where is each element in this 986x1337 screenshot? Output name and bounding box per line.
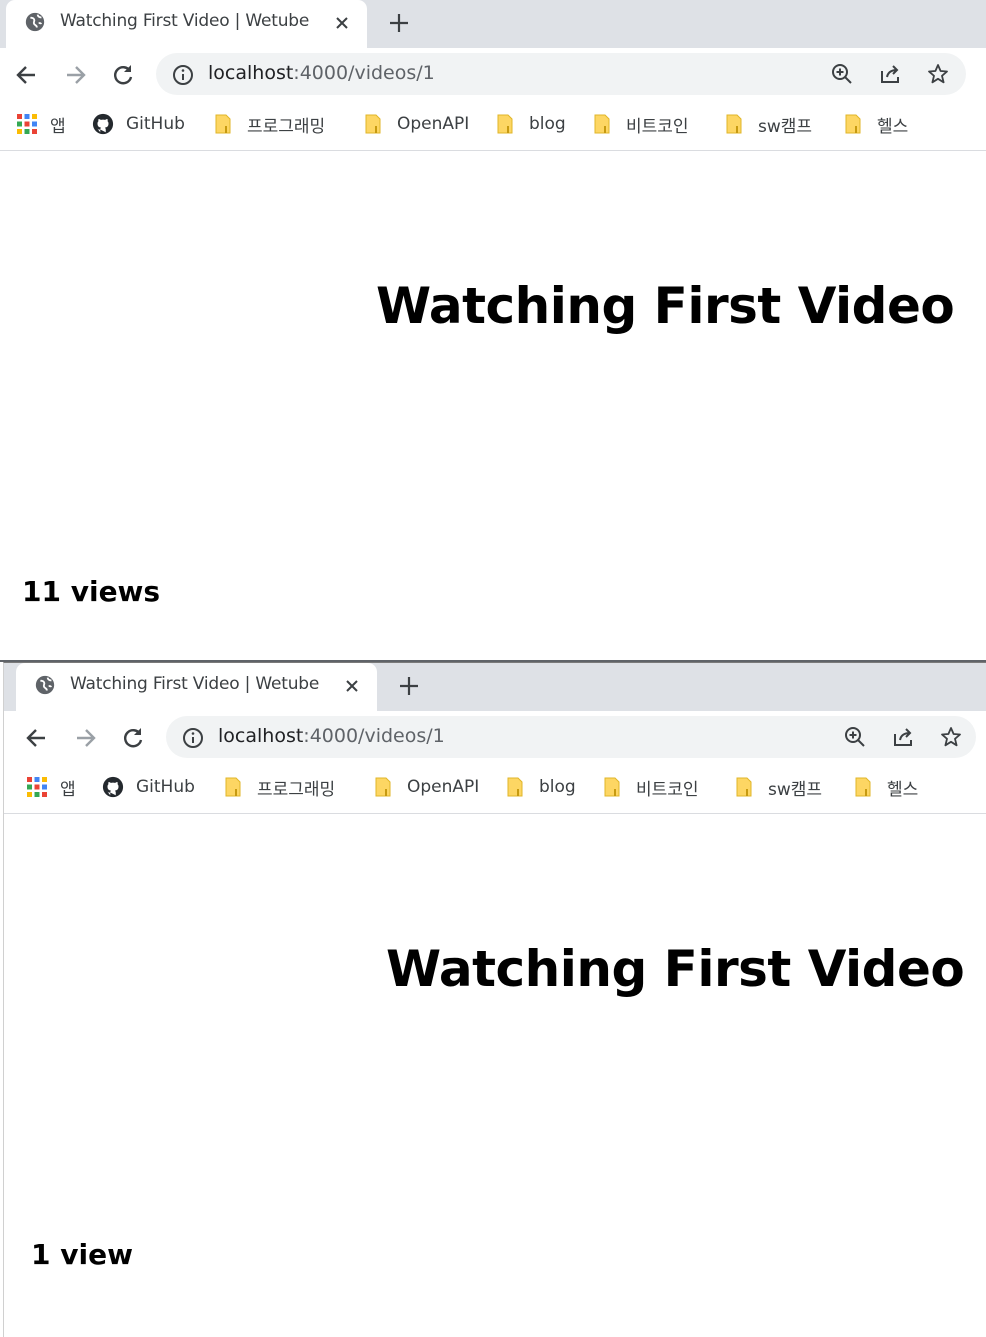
url-host: localhost bbox=[218, 725, 304, 747]
browser-tab[interactable]: Watching First Video | Wetube bbox=[6, 0, 367, 48]
bookmark-folder[interactable]: sw캠프 bbox=[734, 773, 822, 801]
tab-strip: Watching First Video | Wetube bbox=[0, 0, 986, 48]
folder-icon bbox=[855, 777, 871, 797]
bookmark-github[interactable]: GitHub bbox=[92, 110, 185, 138]
tab-strip: Watching First Video | Wetube bbox=[4, 663, 986, 711]
view-count: 1 view bbox=[31, 1238, 133, 1271]
bookmark-folder[interactable]: blog bbox=[495, 110, 566, 138]
zoom-icon[interactable] bbox=[843, 725, 867, 749]
zoom-icon[interactable] bbox=[830, 62, 854, 86]
bookmark-apps[interactable]: 앱 bbox=[16, 110, 66, 138]
browser-window-1: Watching First Video | Wetube localhost:… bbox=[0, 0, 986, 660]
url-path: :4000/videos/1 bbox=[303, 725, 445, 747]
bookmark-label: 프로그래밍 bbox=[247, 116, 326, 137]
info-icon[interactable] bbox=[172, 64, 194, 86]
info-icon[interactable] bbox=[182, 727, 204, 749]
reload-icon[interactable] bbox=[109, 61, 137, 89]
bookmark-label: OpenAPI bbox=[407, 777, 480, 797]
bookmark-label: GitHub bbox=[126, 114, 185, 134]
bookmark-label: 앱 bbox=[50, 116, 66, 137]
address-bar[interactable]: localhost:4000/videos/1 bbox=[156, 53, 966, 95]
folder-icon bbox=[215, 114, 231, 134]
new-tab-icon[interactable] bbox=[386, 10, 412, 36]
bookmark-label: 헬스 bbox=[877, 116, 909, 137]
close-icon[interactable] bbox=[332, 13, 352, 33]
bookmark-label: blog bbox=[539, 777, 576, 797]
github-icon bbox=[102, 776, 124, 798]
page-content: Watching First Video 11 views bbox=[0, 151, 986, 660]
forward-arrow-icon[interactable] bbox=[71, 724, 99, 752]
bookmark-label: sw캠프 bbox=[758, 116, 813, 137]
url-text[interactable]: localhost:4000/videos/1 bbox=[218, 725, 445, 747]
folder-icon bbox=[507, 777, 523, 797]
bookmark-label: 비트코인 bbox=[626, 116, 689, 137]
apps-grid-icon bbox=[27, 777, 47, 797]
bookmark-folder[interactable]: 헬스 bbox=[843, 110, 908, 138]
browser-tab[interactable]: Watching First Video | Wetube bbox=[16, 663, 377, 711]
share-icon[interactable] bbox=[891, 725, 915, 749]
folder-icon bbox=[845, 114, 861, 134]
bookmark-folder[interactable]: blog bbox=[505, 773, 576, 801]
back-arrow-icon[interactable] bbox=[13, 61, 41, 89]
folder-icon bbox=[736, 777, 752, 797]
bookmark-github[interactable]: GitHub bbox=[102, 773, 195, 801]
toolbar: localhost:4000/videos/1 bbox=[0, 48, 986, 102]
bookmark-folder[interactable]: 비트코인 bbox=[602, 773, 699, 801]
bookmark-label: 앱 bbox=[60, 779, 76, 800]
folder-icon bbox=[225, 777, 241, 797]
bookmark-folder[interactable]: 프로그래밍 bbox=[223, 773, 335, 801]
bookmark-folder[interactable]: OpenAPI bbox=[363, 110, 469, 138]
tab-title: Watching First Video | Wetube bbox=[70, 674, 320, 694]
folder-icon bbox=[497, 114, 513, 134]
bookmark-folder[interactable]: 헬스 bbox=[853, 773, 918, 801]
folder-icon bbox=[726, 114, 742, 134]
view-count: 11 views bbox=[22, 575, 161, 608]
bookmark-folder[interactable]: 프로그래밍 bbox=[213, 110, 325, 138]
bookmark-label: sw캠프 bbox=[768, 779, 823, 800]
new-tab-icon[interactable] bbox=[396, 673, 422, 699]
bookmark-label: blog bbox=[529, 114, 566, 134]
bookmark-label: 헬스 bbox=[887, 779, 919, 800]
bookmark-apps[interactable]: 앱 bbox=[26, 773, 76, 801]
video-title: Watching First Video bbox=[386, 940, 965, 998]
back-arrow-icon[interactable] bbox=[23, 724, 51, 752]
bookmark-label: 프로그래밍 bbox=[257, 779, 336, 800]
share-icon[interactable] bbox=[878, 62, 902, 86]
browser-window-2: Watching First Video | Wetube localhost:… bbox=[3, 662, 986, 1337]
toolbar: localhost:4000/videos/1 bbox=[4, 711, 986, 765]
bookmarks-bar: 앱 GitHub 프로그래밍 OpenAPI blog 비트코인 sw캠프 헬스 bbox=[0, 102, 986, 151]
page-content: Watching First Video 1 view bbox=[4, 814, 986, 1337]
address-bar[interactable]: localhost:4000/videos/1 bbox=[166, 716, 976, 758]
bookmark-folder[interactable]: OpenAPI bbox=[373, 773, 479, 801]
bookmark-label: OpenAPI bbox=[397, 114, 470, 134]
bookmark-label: 비트코인 bbox=[636, 779, 699, 800]
bookmark-folder[interactable]: sw캠프 bbox=[724, 110, 812, 138]
forward-arrow-icon[interactable] bbox=[61, 61, 89, 89]
globe-icon bbox=[25, 12, 45, 32]
bookmark-label: GitHub bbox=[136, 777, 195, 797]
tab-title: Watching First Video | Wetube bbox=[60, 11, 310, 31]
folder-icon bbox=[375, 777, 391, 797]
folder-icon bbox=[604, 777, 620, 797]
apps-grid-icon bbox=[17, 114, 37, 134]
folder-icon bbox=[594, 114, 610, 134]
video-title: Watching First Video bbox=[376, 277, 955, 335]
globe-icon bbox=[35, 675, 55, 695]
bookmarks-bar: 앱 GitHub 프로그래밍 OpenAPI blog 비트코인 sw캠프 헬스 bbox=[4, 765, 986, 814]
github-icon bbox=[92, 113, 114, 135]
folder-icon bbox=[365, 114, 381, 134]
url-text[interactable]: localhost:4000/videos/1 bbox=[208, 62, 435, 84]
star-icon[interactable] bbox=[939, 725, 963, 749]
url-path: :4000/videos/1 bbox=[293, 62, 435, 84]
reload-icon[interactable] bbox=[119, 724, 147, 752]
star-icon[interactable] bbox=[926, 62, 950, 86]
close-icon[interactable] bbox=[342, 676, 362, 696]
bookmark-folder[interactable]: 비트코인 bbox=[592, 110, 689, 138]
url-host: localhost bbox=[208, 62, 294, 84]
